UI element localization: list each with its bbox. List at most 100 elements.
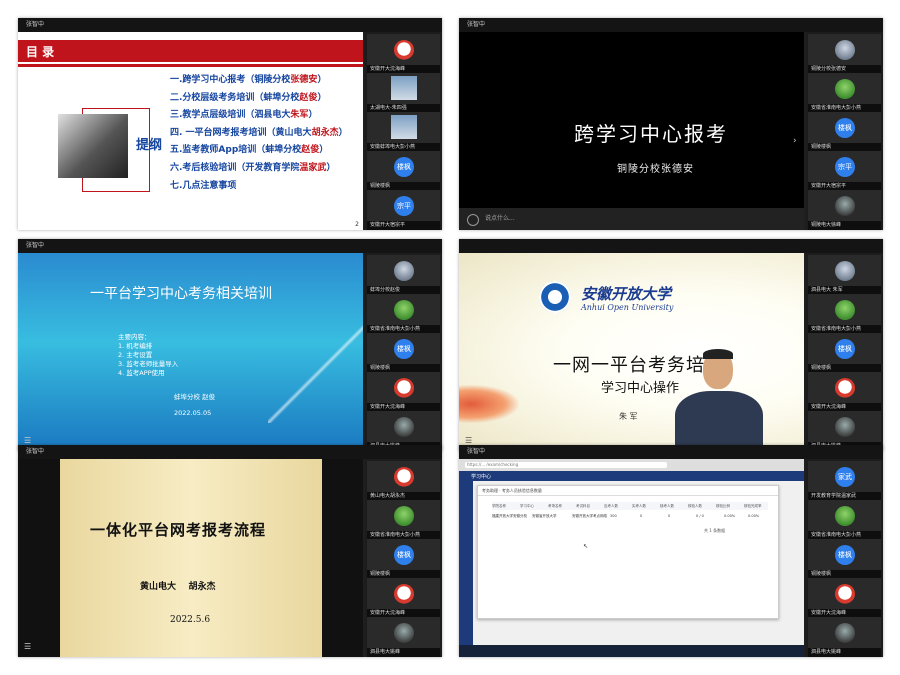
column-header[interactable]: 核验人数	[688, 502, 702, 510]
table-cell: 0	[640, 514, 643, 518]
participant-tile[interactable]: 太湖电大-朱四强	[367, 73, 440, 113]
table-cell: 300	[610, 514, 617, 518]
presenter-name: 张智中	[26, 21, 45, 28]
participant-tile[interactable]: 泗县电大姚峰	[367, 617, 440, 657]
participant-avatar	[835, 623, 855, 643]
table-cell: 0	[668, 514, 671, 518]
participant-avatar	[835, 300, 855, 320]
participant-tile[interactable]: 安徽开大沈海峰	[808, 578, 881, 618]
slide-author: 黄山电大 胡永杰	[140, 582, 216, 592]
participant-avatar	[835, 79, 855, 99]
shared-slide: 一体化平台网考报考流程 黄山电大 胡永杰 2022.5.6 ☰	[18, 459, 363, 657]
panel-2-meeting-window: 张智中 跨学习中心报考 铜陵分校张德安 › 说点什么... 铜陵分校张德安 安徽省…	[459, 18, 883, 230]
building-photo	[58, 114, 128, 178]
participant-avatar	[835, 417, 855, 437]
decoration	[459, 385, 519, 423]
presenter-name: 张智中	[467, 21, 486, 28]
participant-avatar	[394, 467, 414, 487]
participant-tile[interactable]: 楼枫 铜陵楼枫	[808, 112, 881, 152]
toc-header: 目 录	[26, 45, 55, 59]
participant-tile[interactable]: 安徽省淮南电大彭小燕	[808, 500, 881, 540]
app-nav[interactable]	[459, 481, 473, 657]
participant-tile[interactable]: 安徽开大沈海峰	[367, 372, 440, 412]
participant-tile[interactable]: 楼枫 铜陵楼枫	[367, 333, 440, 373]
participant-tile[interactable]: 黄山电大胡永杰	[367, 461, 440, 501]
participant-tile[interactable]: 安徽省淮南电大彭小燕	[808, 294, 881, 334]
column-header[interactable]: 学习中心	[520, 502, 534, 510]
menu-icon[interactable]: ☰	[465, 437, 474, 445]
light-streak-decoration	[268, 323, 363, 423]
participant-name: 泗县电大姚峰	[808, 648, 881, 657]
chevron-right-icon[interactable]: ›	[793, 136, 797, 146]
participant-tile[interactable]: 宗平 安徽开大宿宗平	[367, 190, 440, 230]
shared-slide: 一平台学习中心考务相关培训 主要内容： 1. 机考编排 2. 主考设置 3. 监…	[18, 253, 363, 451]
address-bar[interactable]: https://... /exam/checking	[465, 462, 667, 468]
participant-sidebar[interactable]: 泗县电大 朱军安徽省淮南电大彭小燕楼枫铜陵楼枫安徽开大沈海峰泗县电大姚峰	[806, 253, 883, 451]
participant-tile[interactable]: 安徽开大沈海峰	[808, 372, 881, 412]
participant-tile[interactable]: 泗县电大 朱军	[808, 255, 881, 295]
toc-list: 一.跨学习中心报考（铜陵分校张德安） 二.分校层级考务培训（蚌埠分校赵俊） 三.教学…	[170, 72, 348, 195]
participant-tile[interactable]: 安徽蚌埠电大彭小燕	[367, 112, 440, 152]
participant-tile[interactable]: 楼枫 铜陵楼枫	[808, 333, 881, 373]
participant-tile[interactable]: 蚌埠分校赵俊	[367, 255, 440, 295]
toc-item: 七.几点注意事项	[170, 180, 237, 191]
slide-date: 2022.05.05	[174, 409, 212, 417]
participant-name: 泗县电大姚峰	[367, 648, 440, 657]
participant-avatar: 宗平	[394, 196, 414, 216]
slide-content: 主要内容： 1. 机考编排 2. 主考设置 3. 监考老师批量导入 4. 监考A…	[118, 333, 179, 377]
participant-avatar	[394, 261, 414, 281]
slide-title: 一体化平台网考报考流程	[90, 521, 267, 539]
panel-5-meeting-window: 张智中 一体化平台网考报考流程 黄山电大 胡永杰 2022.5.6 ☰ 黄山电大…	[18, 445, 442, 657]
participant-tile[interactable]: 泗县电大姚峰	[808, 617, 881, 657]
participant-avatar	[391, 115, 417, 139]
chat-input-placeholder[interactable]: 说点什么...	[485, 208, 515, 230]
slide-title: 一平台学习中心考务相关培训	[90, 286, 272, 302]
emoji-icon[interactable]	[467, 214, 479, 226]
participant-tile[interactable]: 家武 开发教育学院温家武	[808, 461, 881, 501]
participant-tile[interactable]: 安徽省淮南电大彭小燕	[367, 294, 440, 334]
participant-tile[interactable]: 安徽省淮南电大彭小燕	[367, 500, 440, 540]
menu-icon[interactable]: ☰	[24, 643, 33, 651]
chat-input-bar[interactable]: 说点什么...	[459, 208, 804, 230]
participant-sidebar[interactable]: 安徽开大沈海峰 太湖电大-朱四强 安徽蚌埠电大彭小燕 楼枫 铜陵楼枫宗平安徽开大宿宗平	[365, 32, 442, 230]
participant-tile[interactable]: 宗平 安徽开大宿宗平	[808, 151, 881, 191]
app-title: 学习中心	[471, 474, 492, 480]
toc-item: 三.教学点层级培训（泗县电大朱军）	[170, 110, 318, 121]
participant-sidebar[interactable]: 黄山电大胡永杰 安徽省淮南电大彭小燕 楼枫 铜陵楼枫 安徽开大沈海峰泗县电大姚峰	[365, 459, 442, 657]
participant-tile[interactable]: 楼枫 铜陵楼枫	[367, 539, 440, 579]
participant-tile[interactable]: 安徽开大沈海峰	[367, 34, 440, 74]
participant-tile[interactable]: 铜陵电大徐峰	[808, 190, 881, 230]
university-name-en: Anhui Open University	[581, 303, 674, 312]
column-header[interactable]: 缺考人数	[660, 502, 674, 510]
divider	[18, 64, 363, 67]
column-header[interactable]: 考试科目	[576, 502, 590, 510]
meeting-topbar: 张智中	[459, 445, 883, 459]
participant-avatar	[394, 417, 414, 437]
column-header[interactable]: 实考人数	[632, 502, 646, 510]
column-header[interactable]: 核验完成率	[744, 502, 762, 510]
participant-tile[interactable]: 安徽省淮南电大彭小燕	[808, 73, 881, 113]
column-header[interactable]: 学院名称	[492, 502, 506, 510]
column-header[interactable]: 核验比例	[716, 502, 730, 510]
participant-sidebar[interactable]: 蚌埠分校赵俊安徽省淮南电大彭小燕楼枫铜陵楼枫安徽开大沈海峰泗县电大姚峰	[365, 253, 442, 451]
toc-header-bar: 目 录	[18, 40, 363, 62]
participant-name: 安徽开大宿宗平	[367, 221, 440, 230]
toc-item: 六.考后核验培训（开发教育学院温家武）	[170, 162, 336, 173]
participant-tile[interactable]: 铜陵分校张德安	[808, 34, 881, 74]
university-logo	[539, 281, 571, 313]
column-header[interactable]: 应考人数	[604, 502, 618, 510]
participant-tile[interactable]: 楼枫 铜陵楼枫	[367, 151, 440, 191]
menu-icon[interactable]: ☰	[24, 437, 33, 445]
participant-avatar: 楼枫	[394, 339, 414, 359]
outline-label: 提纲	[136, 138, 163, 153]
participant-avatar	[835, 196, 855, 216]
participant-sidebar[interactable]: 铜陵分校张德安 安徽省淮南电大彭小燕 楼枫 铜陵楼枫 宗平 安徽开大宿宗平铜陵电大徐峰	[806, 32, 883, 230]
participant-avatar	[391, 76, 417, 100]
participant-tile[interactable]: 安徽开大沈海峰	[367, 578, 440, 618]
participant-tile[interactable]: 楼枫 铜陵楼枫	[808, 539, 881, 579]
column-header[interactable]: 考场名称	[548, 502, 562, 510]
participant-sidebar[interactable]: 家武 开发教育学院温家武 安徽省淮南电大彭小燕 楼枫 铜陵楼枫 安徽开大沈海峰泗县电大姚峰	[806, 459, 883, 657]
toc-item: 五.监考教师App培训（蚌埠分校赵俊）	[170, 145, 329, 156]
pagination[interactable]: 共 1 条数据	[704, 528, 725, 534]
participant-name: 铜陵电大徐峰	[808, 221, 881, 230]
